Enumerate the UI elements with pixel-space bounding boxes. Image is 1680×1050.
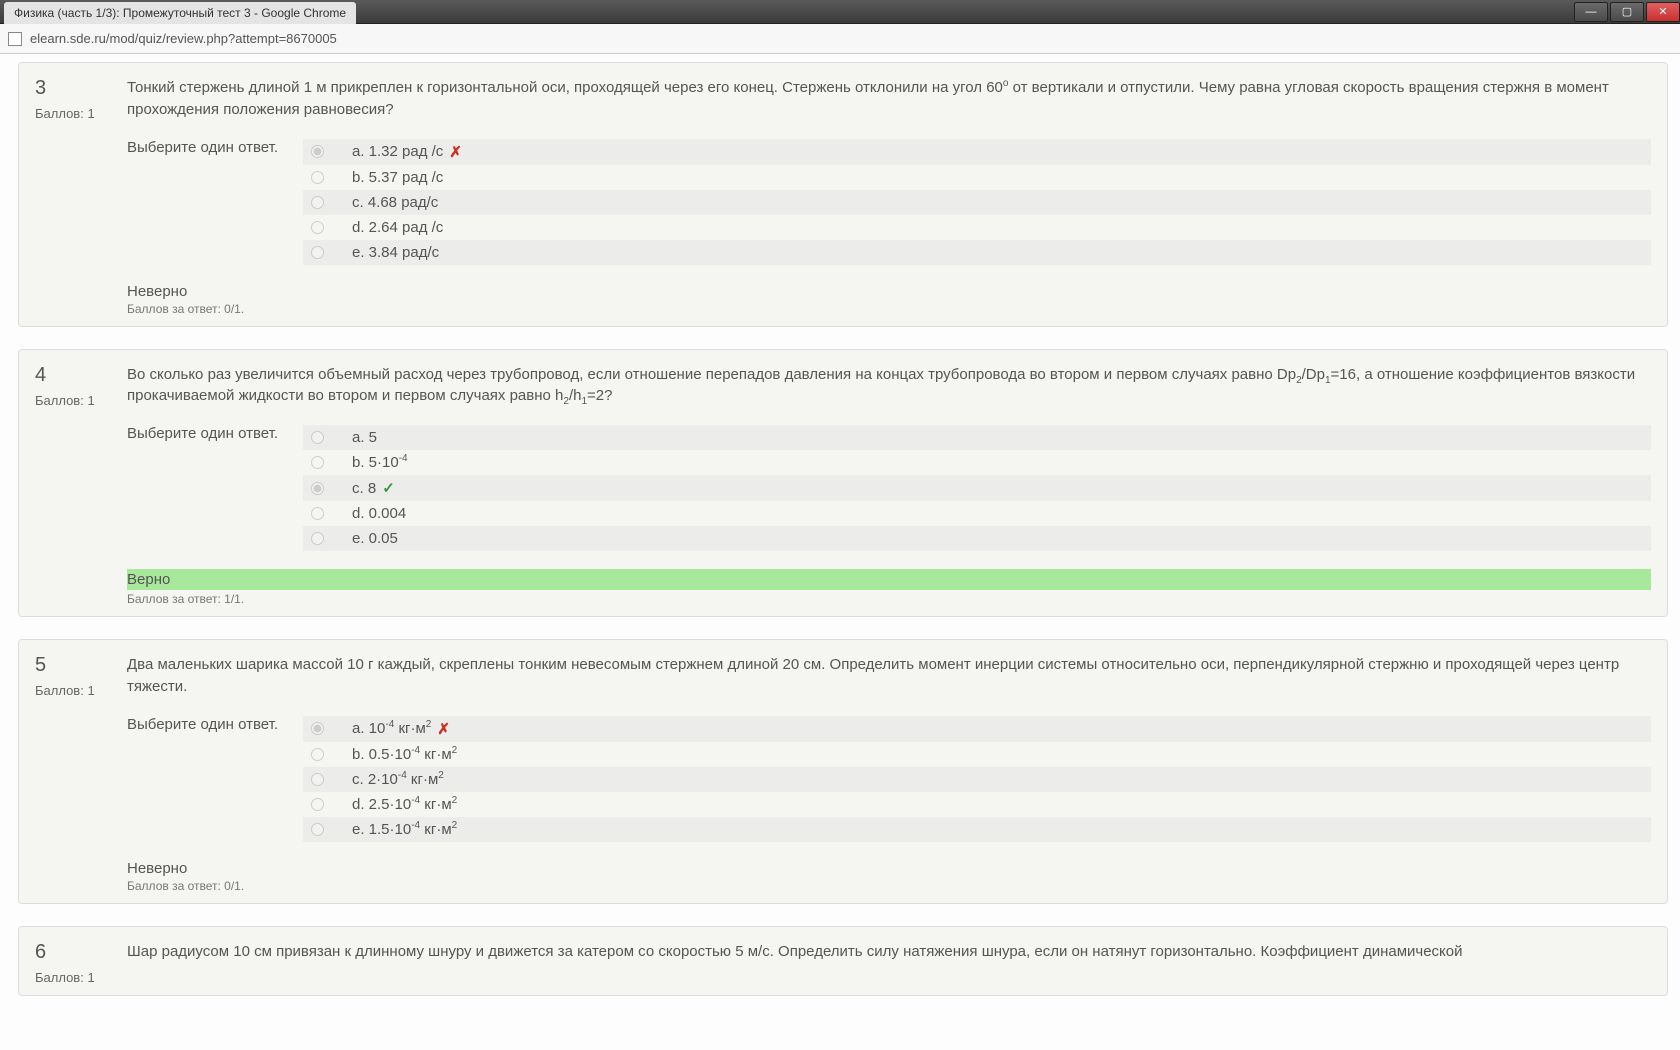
question-text: Шар радиусом 10 см привязан к длинному ш… xyxy=(127,941,1651,963)
score-label: Баллов за ответ: 0/1. xyxy=(127,302,1651,316)
answer-option[interactable]: d. 2.5·10-4 кг·м2 xyxy=(303,792,1651,817)
question-number: 6 xyxy=(35,941,127,964)
question-points: Баллов: 1 xyxy=(35,683,127,698)
answer-option[interactable]: a. 10-4 кг·м2 ✗ xyxy=(303,716,1651,742)
answer-label: e. 3.84 рад/с xyxy=(352,244,439,261)
minimize-button[interactable]: — xyxy=(1574,2,1608,22)
question-number: 4 xyxy=(35,364,127,387)
cross-icon: ✗ xyxy=(437,720,450,738)
question-meta: 6 Баллов: 1 xyxy=(35,941,127,985)
feedback: Неверно Баллов за ответ: 0/1. xyxy=(127,860,1651,893)
question-text: Тонкий стержень длиной 1 м прикреплен к … xyxy=(127,77,1651,121)
question-text: Два маленьких шарика массой 10 г каждый,… xyxy=(127,654,1651,698)
answer-label: c. 4.68 рад/с xyxy=(352,194,438,211)
answer-radio[interactable] xyxy=(311,773,324,786)
feedback: Верно Баллов за ответ: 1/1. xyxy=(127,569,1651,606)
answer-label: e. 0.05 xyxy=(352,530,398,547)
question-card: 3 Баллов: 1Тонкий стержень длиной 1 м при… xyxy=(18,62,1668,327)
answer-label: b. 5.37 рад /с xyxy=(352,169,443,186)
question-card: 4 Баллов: 1Во сколько раз увеличится объе… xyxy=(18,349,1668,618)
choose-one-label: Выберите один ответ. xyxy=(127,139,303,265)
question-points: Баллов: 1 xyxy=(35,393,127,408)
score-label: Баллов за ответ: 1/1. xyxy=(127,592,1651,606)
address-bar[interactable]: elearn.sde.ru/mod/quiz/review.php?attemp… xyxy=(0,24,1680,54)
question-text: Во сколько раз увеличится объемный расхо… xyxy=(127,364,1651,408)
answer-radio[interactable] xyxy=(311,507,324,520)
answer-radio[interactable] xyxy=(311,722,324,735)
question-meta: 4 Баллов: 1 xyxy=(35,364,127,607)
answer-option[interactable]: d. 2.64 рад /с xyxy=(303,215,1651,240)
answer-label: d. 2.64 рад /с xyxy=(352,219,443,236)
answer-label: a. 1.32 рад /с xyxy=(352,143,443,160)
check-icon: ✓ xyxy=(382,479,395,497)
answer-option[interactable]: e. 0.05 xyxy=(303,526,1651,551)
browser-tab[interactable]: Физика (часть 1/3): Промежуточный тест 3… xyxy=(4,2,356,24)
answer-radio[interactable] xyxy=(311,456,324,469)
close-button[interactable]: ✕ xyxy=(1646,2,1680,22)
answer-radio[interactable] xyxy=(311,221,324,234)
question-number: 3 xyxy=(35,77,127,100)
answer-option[interactable]: c. 8 ✓ xyxy=(303,475,1651,501)
question-body: Шар радиусом 10 см привязан к длинному ш… xyxy=(127,941,1651,985)
cross-icon: ✗ xyxy=(449,143,462,161)
url-text: elearn.sde.ru/mod/quiz/review.php?attemp… xyxy=(30,31,337,46)
answer-option[interactable]: e. 1.5·10-4 кг·м2 xyxy=(303,817,1651,842)
answer-label: c. 8 xyxy=(352,480,376,497)
answer-radio[interactable] xyxy=(311,246,324,259)
answer-radio[interactable] xyxy=(311,145,324,158)
answer-radio[interactable] xyxy=(311,171,324,184)
answer-label: b. 5·10-4 xyxy=(352,454,408,471)
answer-radio[interactable] xyxy=(311,748,324,761)
answer-label: a. 5 xyxy=(352,429,377,446)
answer-option[interactable]: a. 1.32 рад /с ✗ xyxy=(303,139,1651,165)
page-viewport[interactable]: 3Баллов: 1Тонкий стержень длиной 1 м при… xyxy=(0,54,1680,1050)
answer-option[interactable]: d. 0.004 xyxy=(303,501,1651,526)
tab-title: Физика (часть 1/3): Промежуточный тест 3… xyxy=(14,6,346,20)
answer-option[interactable]: c. 4.68 рад/с xyxy=(303,190,1651,215)
question-body: Два маленьких шарика массой 10 г каждый,… xyxy=(127,654,1651,893)
choose-one-label: Выберите один ответ. xyxy=(127,425,303,551)
question-number: 5 xyxy=(35,654,127,677)
score-label: Баллов за ответ: 0/1. xyxy=(127,879,1651,893)
answer-label: d. 2.5·10-4 кг·м2 xyxy=(352,796,457,813)
question-meta: 5 Баллов: 1 xyxy=(35,654,127,893)
answer-radio[interactable] xyxy=(311,196,324,209)
maximize-button[interactable]: ▢ xyxy=(1610,2,1644,22)
question-body: Во сколько раз увеличится объемный расхо… xyxy=(127,364,1651,607)
answer-label: b. 0.5·10-4 кг·м2 xyxy=(352,746,457,763)
answer-label: d. 0.004 xyxy=(352,505,406,522)
choose-one-label: Выберите один ответ. xyxy=(127,716,303,842)
answer-label: c. 2·10-4 кг·м2 xyxy=(352,771,444,788)
answer-radio[interactable] xyxy=(311,823,324,836)
question-points: Баллов: 1 xyxy=(35,106,127,121)
answer-radio[interactable] xyxy=(311,532,324,545)
answer-radio[interactable] xyxy=(311,431,324,444)
answer-option[interactable]: b. 0.5·10-4 кг·м2 xyxy=(303,742,1651,767)
question-body: Тонкий стержень длиной 1 м прикреплен к … xyxy=(127,77,1651,316)
answers-list: a. 10-4 кг·м2 ✗ b. 0.5·10-4 кг·м2 c. 2·10-4… xyxy=(303,716,1651,842)
question-meta: 3 Баллов: 1 xyxy=(35,77,127,316)
question-points: Баллов: 1 xyxy=(35,970,127,985)
window-titlebar: Физика (часть 1/3): Промежуточный тест 3… xyxy=(0,0,1680,24)
answers-list: a. 1.32 рад /с ✗ b. 5.37 рад /с c. 4.68 рад… xyxy=(303,139,1651,265)
answer-label: a. 10-4 кг·м2 xyxy=(352,720,431,737)
answer-option[interactable]: a. 5 xyxy=(303,425,1651,450)
answers-list: a. 5 b. 5·10-4 c. 8 ✓ d. 0.004 e. 0.05 xyxy=(303,425,1651,551)
verdict-label: Неверно xyxy=(127,283,1651,300)
question-card: 6 Баллов: 1Шар радиусом 10 см привязан к … xyxy=(18,926,1668,996)
answer-option[interactable]: e. 3.84 рад/с xyxy=(303,240,1651,265)
answer-option[interactable]: c. 2·10-4 кг·м2 xyxy=(303,767,1651,792)
answer-option[interactable]: b. 5.37 рад /с xyxy=(303,165,1651,190)
question-card: 5 Баллов: 1Два маленьких шарика массой 10… xyxy=(18,639,1668,904)
verdict-label: Неверно xyxy=(127,860,1651,877)
answer-radio[interactable] xyxy=(311,798,324,811)
answer-radio[interactable] xyxy=(311,482,324,495)
answer-label: e. 1.5·10-4 кг·м2 xyxy=(352,821,457,838)
answer-option[interactable]: b. 5·10-4 xyxy=(303,450,1651,475)
feedback: Неверно Баллов за ответ: 0/1. xyxy=(127,283,1651,316)
page-icon xyxy=(8,32,22,46)
verdict-label: Верно xyxy=(127,569,1651,590)
